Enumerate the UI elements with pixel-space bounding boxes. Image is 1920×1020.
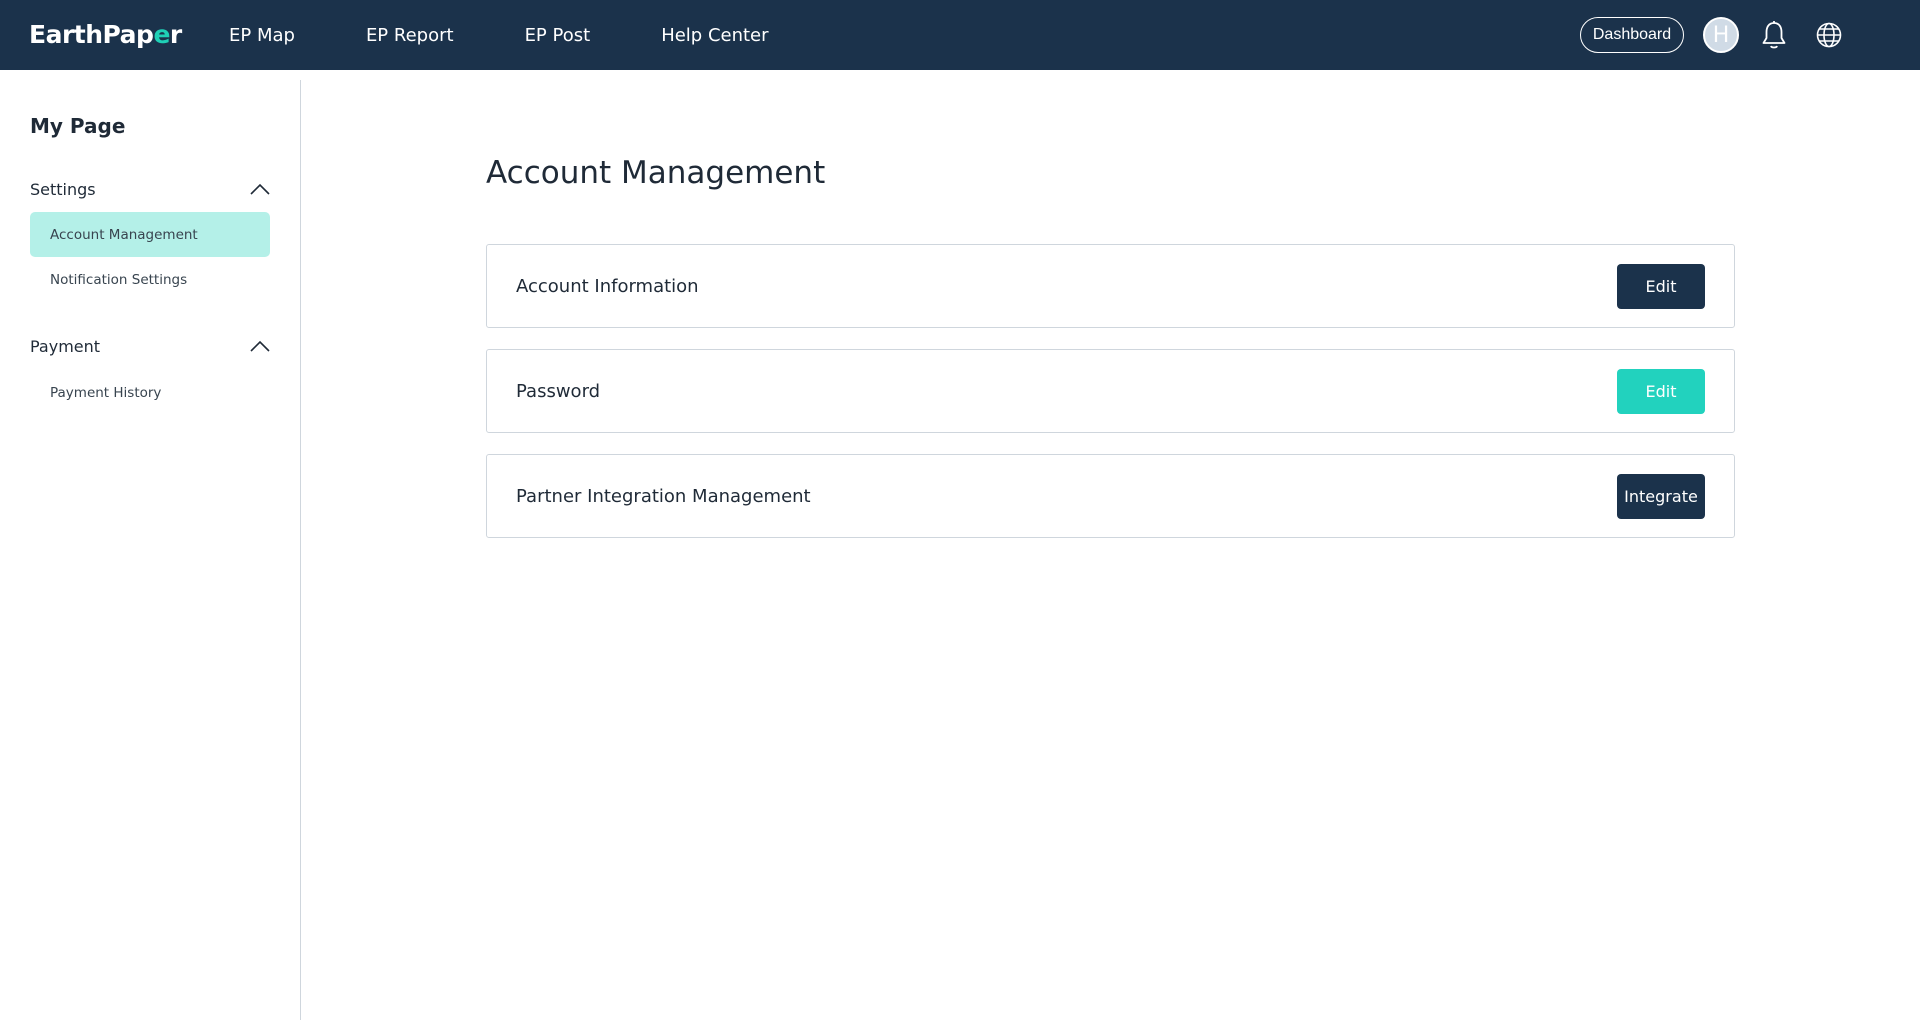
card-label: Partner Integration Management (516, 485, 811, 507)
top-navigation-bar: EarthPap e r EP Map EP Report EP Post Help… (0, 0, 1920, 70)
card-label: Password (516, 380, 601, 402)
sidebar-divider (300, 80, 301, 1020)
avatar[interactable]: H (1703, 17, 1739, 53)
header-actions: Dashboard H (1580, 0, 1920, 70)
edit-account-information-button[interactable]: Edit (1617, 264, 1705, 309)
card-label: Account Information (516, 275, 699, 297)
sidebar-section-settings[interactable]: Settings (30, 177, 270, 201)
sidebar-item-notification-settings[interactable]: Notification Settings (30, 257, 270, 302)
logo-text-part1: EarthPap (29, 19, 154, 49)
dashboard-button[interactable]: Dashboard (1580, 17, 1684, 53)
sidebar-section-label: Settings (30, 179, 96, 199)
password-card: Password Edit (486, 349, 1735, 433)
integrate-button[interactable]: Integrate (1617, 474, 1705, 519)
bell-icon[interactable] (1759, 19, 1789, 51)
edit-password-button[interactable]: Edit (1617, 369, 1705, 414)
sidebar-section-payment[interactable]: Payment (30, 334, 270, 358)
sidebar-item-payment-history[interactable]: Payment History (30, 370, 270, 415)
sidebar-title: My Page (30, 114, 126, 138)
account-information-card: Account Information Edit (486, 244, 1735, 328)
page-title: Account Management (486, 155, 826, 191)
globe-icon[interactable] (1815, 21, 1843, 49)
nav-ep-post[interactable]: EP Post (525, 25, 591, 46)
nav-help-center[interactable]: Help Center (661, 25, 768, 46)
chevron-up-icon (250, 340, 270, 352)
earthpaper-logo[interactable]: EarthPap e r (29, 16, 182, 52)
nav-ep-report[interactable]: EP Report (366, 25, 454, 46)
main-nav: EP Map EP Report EP Post Help Center (229, 0, 840, 70)
sidebar: My Page Settings Account Management Noti… (0, 70, 300, 1020)
sidebar-item-account-management[interactable]: Account Management (30, 212, 270, 257)
logo-text-part2: r (169, 19, 182, 49)
nav-ep-map[interactable]: EP Map (229, 25, 295, 46)
chevron-up-icon (250, 183, 270, 195)
sidebar-section-label: Payment (30, 336, 101, 356)
partner-integration-card: Partner Integration Management Integrate (486, 454, 1735, 538)
logo-text-accent: e (153, 19, 170, 49)
